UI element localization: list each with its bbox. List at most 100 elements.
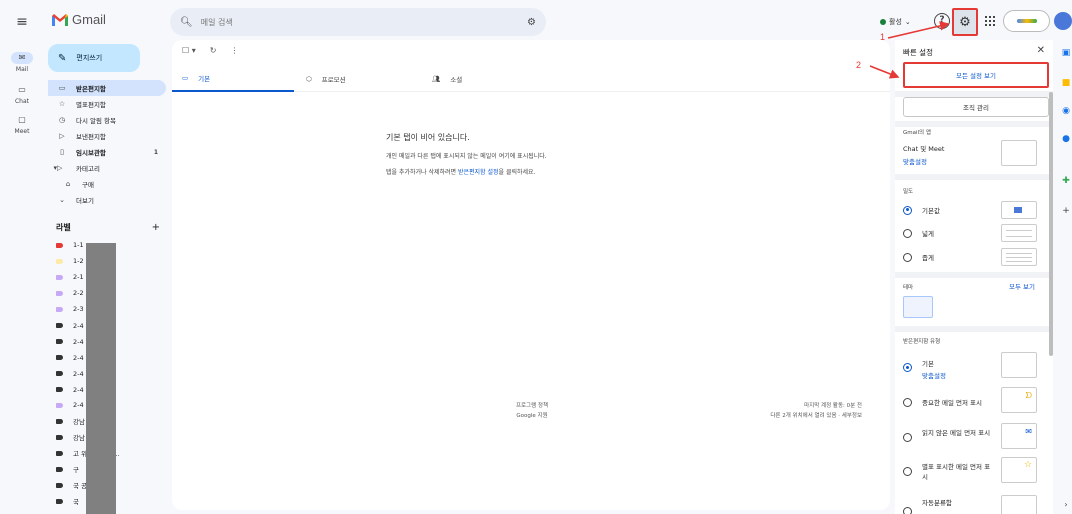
radio-selected[interactable]	[903, 363, 912, 372]
density-option-comfortable[interactable]: 넓게	[903, 228, 934, 238]
sidebar-item-label: 구매	[82, 181, 94, 189]
rail-mail-label: Mail	[15, 66, 29, 73]
tab-primary[interactable]: ▭ 기본	[172, 66, 294, 92]
search-bar[interactable]: 🔍︎ ⚙︎	[170, 8, 546, 36]
apps-preview-thumbnail	[1001, 140, 1037, 166]
density-option-default[interactable]: 기본값	[903, 205, 940, 215]
chevron-right-icon[interactable]: ›	[1060, 500, 1072, 509]
inbox-unread-thumbnail: ✉	[1001, 423, 1037, 449]
tab-promotions[interactable]: ⬡ 프로모션	[296, 66, 418, 92]
radio-unselected[interactable]	[903, 252, 912, 262]
label-tag-icon	[56, 306, 63, 312]
label-tag-icon	[56, 274, 63, 280]
tab-label: 기본	[198, 75, 211, 83]
rail-mail[interactable]: ✉ Mail	[0, 52, 44, 73]
search-input[interactable]	[200, 17, 528, 27]
inbox-type-unread-first[interactable]: 읽지 않은 메일 먼저 표시	[903, 428, 994, 442]
sidebar-item-starred[interactable]: ☆ 별표편지함	[48, 96, 166, 112]
keep-icon[interactable]: ■	[1060, 78, 1072, 88]
footer-links: 프로그램 정책 Google 지원	[482, 401, 582, 421]
avatar[interactable]	[1054, 12, 1072, 30]
apps-text: Chat 및 Meet	[903, 145, 945, 153]
organization-logo[interactable]	[1003, 10, 1050, 32]
inbox-customize-link[interactable]: 맞춤설정	[922, 372, 946, 380]
more-vert-icon[interactable]: ⋮	[230, 46, 238, 55]
rail-chat[interactable]: ▭ Chat	[0, 84, 44, 105]
close-icon[interactable]: ✕	[1037, 45, 1045, 56]
sidebar-item-label: 다시 알림 항목	[76, 117, 117, 125]
label-icon: ▾▷	[53, 164, 63, 172]
select-checkbox[interactable]: ☐ ▾	[182, 46, 196, 55]
contacts-icon[interactable]: ●	[1060, 134, 1072, 144]
program-policy-link[interactable]: 프로그램 정책	[482, 401, 582, 411]
calendar-icon[interactable]: ▣	[1060, 48, 1072, 58]
sidebar-item-inbox[interactable]: ▭ 받은편지함	[48, 80, 166, 96]
inbox-type-important-first[interactable]: 중요한 메일 먼저 표시	[903, 397, 982, 407]
radio-unselected[interactable]	[903, 397, 912, 407]
inbox-type-starred-first[interactable]: 별표 표시한 메일 먼저 표시	[903, 462, 994, 482]
message-list-panel: ☐ ▾ ↻ ⋮ ▭ 기본 ⬡ 프로모션 👥︎ 소셜 기본 탭이 비어 있습니다.…	[172, 40, 890, 510]
pencil-icon: ✎	[58, 52, 67, 64]
details-link[interactable]: 다른 2개 위치에서 열려 있음 · 세부정보	[770, 411, 862, 421]
powered-by-text: Google 지원	[516, 413, 548, 419]
inbox-type-priority[interactable]: 자동분류함	[903, 497, 952, 514]
theme-view-all-link[interactable]: 모두 보기	[1009, 281, 1035, 291]
refresh-icon[interactable]: ↻	[210, 46, 217, 55]
manage-organization-button[interactable]: 조직 관리	[903, 97, 1049, 117]
label-tag-icon	[56, 482, 63, 488]
empty-state-title: 기본 탭이 비어 있습니다.	[386, 133, 470, 142]
search-icon[interactable]: 🔍︎	[180, 17, 193, 28]
add-label-icon[interactable]: +	[152, 222, 160, 233]
sidebar-item-snoozed[interactable]: ◷ 다시 알림 항목	[48, 112, 166, 128]
theme-thumbnail[interactable]	[903, 296, 933, 318]
inbox-settings-link[interactable]: 받은편지함 설정	[458, 169, 499, 176]
sidebar-item-drafts[interactable]: ▯ 임시보관함 1	[48, 144, 166, 160]
radio-unselected[interactable]	[903, 433, 912, 442]
sidebar-item-label: 별표편지함	[76, 101, 106, 109]
radio-unselected[interactable]	[903, 467, 912, 476]
people-icon: 👥︎	[432, 75, 441, 83]
filter-options-icon[interactable]: ⚙︎	[527, 17, 536, 28]
gmail-logo[interactable]: Gmail	[52, 12, 106, 27]
radio-selected[interactable]	[903, 205, 912, 215]
divider	[895, 272, 1053, 278]
sidebar-item-sent[interactable]: ▷ 보낸편지함	[48, 128, 166, 144]
quick-settings-scrollbar[interactable]	[1049, 92, 1053, 356]
inbox-important-thumbnail: ᗤ	[1001, 387, 1037, 413]
sidebar-item-purchases[interactable]: ⌂ 구매	[48, 176, 166, 192]
label-name: 2-2	[73, 289, 84, 297]
apps-customize-link[interactable]: 맞춤설정	[903, 156, 927, 166]
label-tag-icon	[56, 290, 63, 296]
compose-button[interactable]: ✎ 편지쓰기	[48, 44, 140, 72]
sidebar-item-more[interactable]: ⌄ 더보기	[48, 192, 166, 208]
google-apps-icon[interactable]	[985, 16, 995, 26]
tag-icon: ⬡	[306, 75, 312, 83]
radio-unselected[interactable]	[903, 228, 912, 238]
label-name: 국	[73, 498, 79, 506]
inbox-icon: ▭	[58, 84, 66, 92]
divider	[895, 121, 1053, 127]
inbox-starred-thumbnail: ☆	[1001, 457, 1037, 483]
divider	[895, 174, 1053, 180]
annotation-arrows	[869, 21, 950, 79]
tasks-icon[interactable]: ◉	[1060, 106, 1072, 116]
important-marker-icon: ᗤ	[1025, 391, 1032, 400]
chevron-down-icon: ⌄	[59, 196, 65, 204]
rail-meet[interactable]: ▢ Meet	[0, 114, 44, 135]
meet-icon: ▢	[18, 115, 26, 124]
density-option-compact[interactable]: 좁게	[903, 252, 934, 262]
mail-icon: ✉	[1025, 427, 1032, 436]
label-name: 2-1	[73, 273, 84, 281]
sidebar-item-categories[interactable]: ▾▷ 카테고리	[48, 160, 166, 176]
footer-activity: 마지막 계정 활동: 0분 전 다른 2개 위치에서 열려 있음 · 세부정보	[770, 401, 862, 421]
addon-icon[interactable]: ✚	[1060, 176, 1072, 186]
empty-state-text: 개인 메일과 다른 탭에 표시되지 않는 메일이 여기에 표시됩니다.	[386, 153, 547, 160]
main-menu-icon[interactable]: ≡	[12, 12, 32, 32]
apps-heading: Gmail의 앱	[903, 130, 931, 136]
inbox-type-default[interactable]: 기본 맞춤설정	[903, 358, 946, 384]
add-addon-icon[interactable]: +	[1060, 206, 1072, 216]
tab-social[interactable]: 👥︎ 소셜	[422, 66, 544, 92]
send-icon: ▷	[59, 132, 65, 140]
radio-unselected[interactable]	[903, 507, 912, 514]
label-name: 1-1	[73, 241, 84, 249]
